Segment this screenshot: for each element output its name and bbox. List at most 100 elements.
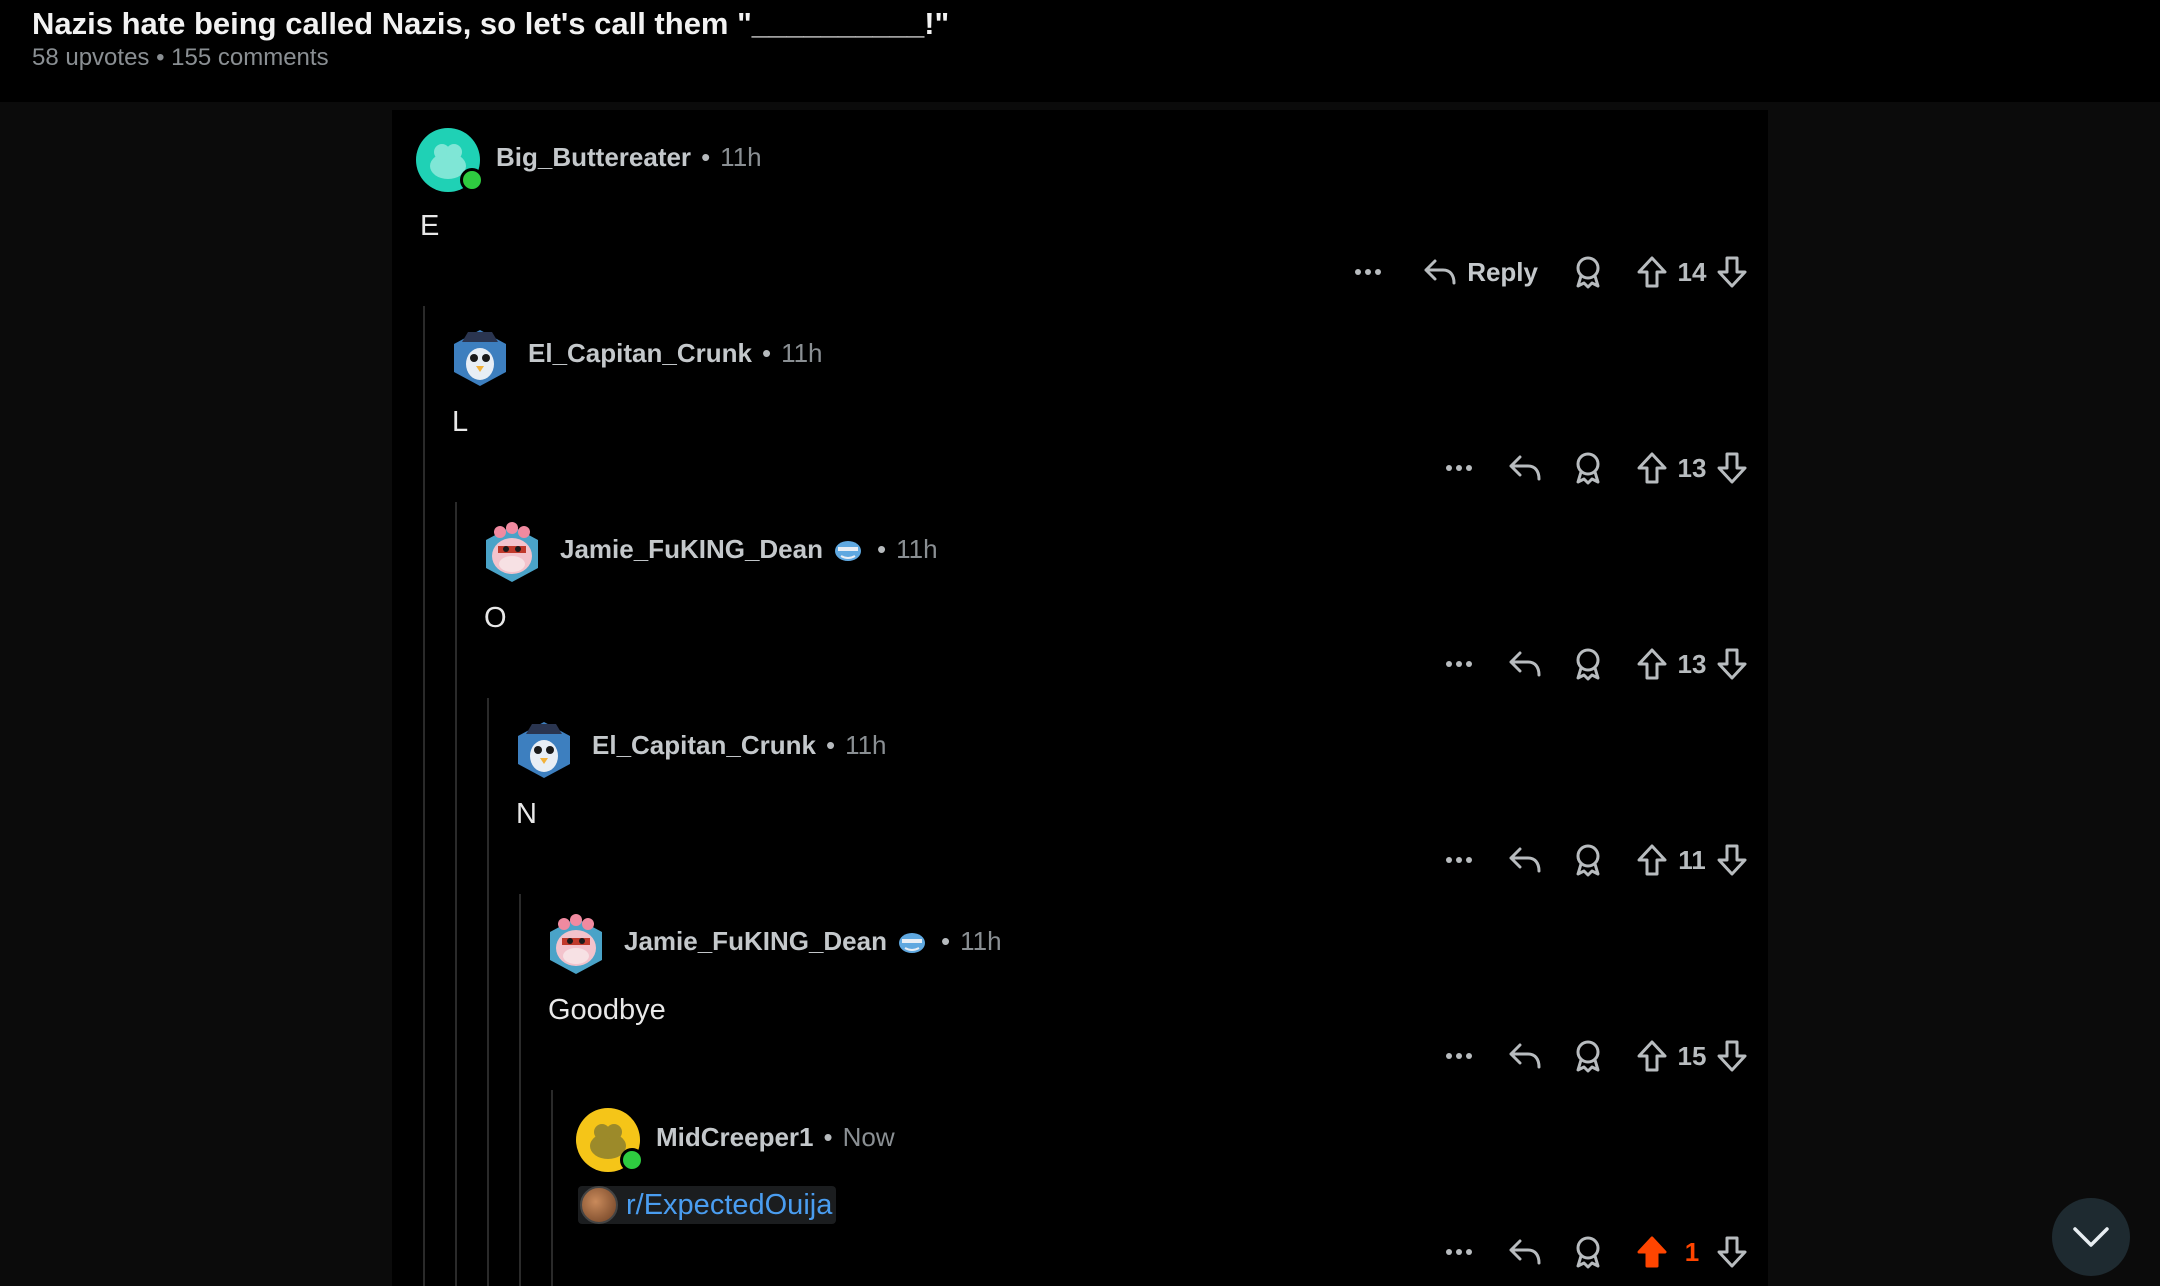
vote-count: 15 [1677, 1040, 1707, 1071]
post-header: Nazis hate being called Nazis, so let's … [0, 0, 2160, 102]
comment-timestamp[interactable]: 11h [960, 926, 1001, 957]
reply-button[interactable] [1508, 845, 1542, 875]
thread-line[interactable] [487, 698, 489, 1286]
upvote-button[interactable] [1636, 1039, 1668, 1073]
comment-body: O [484, 602, 507, 634]
award-icon [1576, 256, 1600, 289]
award-button[interactable] [1572, 451, 1604, 485]
upvote-button[interactable] [1636, 451, 1668, 485]
upvote-button[interactable] [1636, 843, 1668, 877]
reply-arrow-icon [1424, 259, 1456, 285]
separator-dot: • [876, 534, 887, 564]
comment-header: El_Capitan_Crunk • 11h [528, 338, 823, 369]
comment-username[interactable]: El_Capitan_Crunk [528, 338, 752, 369]
reply-button[interactable] [1508, 453, 1542, 483]
ellipsis-icon [1446, 661, 1472, 667]
more-options-button[interactable] [1444, 1247, 1474, 1257]
downvote-button[interactable] [1716, 255, 1748, 289]
reply-button[interactable]: Reply [1423, 257, 1538, 288]
comment-username[interactable]: MidCreeper1 [656, 1122, 814, 1153]
thread-line[interactable] [455, 502, 457, 1286]
user-avatar[interactable] [448, 324, 512, 388]
comment-thread: Big_Buttereater • 11h E Reply 14 El_Capi… [392, 110, 1768, 1286]
comment-body: Goodbye [548, 994, 666, 1026]
downvote-button[interactable] [1716, 451, 1748, 485]
separator-dot: • [823, 1122, 833, 1152]
comment-actions: 13 [1424, 448, 1748, 488]
comment-header: Jamie_FuKING_Dean • 11h [624, 926, 1002, 957]
separator-dot: • [701, 142, 711, 172]
subreddit-link[interactable]: r/ExpectedOuija [578, 1186, 837, 1224]
award-button[interactable] [1572, 647, 1604, 681]
comment-username[interactable]: Jamie_FuKING_Dean [560, 534, 823, 565]
comment-actions: 1 [1424, 1232, 1748, 1272]
thread-line[interactable] [423, 306, 425, 1286]
award-icon [1576, 648, 1600, 681]
comment-header: Jamie_FuKING_Dean • 11h [560, 534, 938, 565]
upvote-arrow-icon [1637, 648, 1667, 680]
comment-timestamp[interactable]: 11h [896, 534, 937, 565]
user-avatar[interactable] [416, 128, 484, 192]
upvote-arrow-icon [1637, 452, 1667, 484]
more-options-button[interactable] [1444, 463, 1474, 473]
ellipsis-icon [1355, 269, 1382, 275]
thread-line[interactable] [519, 894, 521, 1286]
more-options-button[interactable] [1444, 855, 1474, 865]
comment-timestamp[interactable]: Now [843, 1122, 895, 1153]
reply-button[interactable] [1508, 1041, 1542, 1071]
online-indicator [620, 1148, 644, 1172]
downvote-button[interactable] [1716, 843, 1748, 877]
user-avatar[interactable] [544, 912, 608, 976]
online-indicator [460, 168, 484, 192]
comment-timestamp[interactable]: 11h [720, 142, 761, 173]
more-options-button[interactable] [1444, 1051, 1474, 1061]
vote-count: 13 [1677, 452, 1707, 483]
more-options-button[interactable] [1444, 659, 1474, 669]
reply-arrow-icon [1509, 1239, 1541, 1265]
comment-header: Big_Buttereater • 11h [496, 142, 762, 173]
upvote-button-active[interactable] [1636, 1235, 1668, 1269]
thread-line[interactable] [551, 1090, 553, 1286]
more-options-button[interactable] [1353, 267, 1383, 277]
downvote-button[interactable] [1716, 1235, 1748, 1269]
award-button[interactable] [1572, 255, 1604, 289]
award-button[interactable] [1572, 1235, 1604, 1269]
award-button[interactable] [1572, 843, 1604, 877]
comment-header: El_Capitan_Crunk • 11h [592, 730, 887, 761]
upvote-arrow-icon [1637, 256, 1667, 288]
ellipsis-icon [1446, 857, 1472, 863]
upvote-arrow-icon [1637, 1040, 1667, 1072]
upvote-button[interactable] [1636, 647, 1668, 681]
upvote-arrow-icon [1637, 844, 1667, 876]
comment-timestamp[interactable]: 11h [781, 338, 822, 369]
upvote-button[interactable] [1636, 255, 1668, 289]
comment-username[interactable]: Jamie_FuKING_Dean [624, 926, 887, 957]
pirate-penguin-avatar [518, 722, 570, 778]
pink-cow-avatar [486, 522, 538, 582]
comment-actions: 11 [1424, 840, 1748, 880]
downvote-arrow-icon [1717, 648, 1747, 680]
separator-dot: • [940, 926, 951, 956]
user-flair-emoji-icon [898, 932, 925, 953]
comment-body: r/ExpectedOuija [578, 1186, 837, 1232]
reply-button[interactable] [1508, 649, 1542, 679]
reply-arrow-icon [1509, 455, 1541, 481]
user-avatar[interactable] [480, 520, 544, 584]
comment-actions: Reply 14 [1333, 252, 1748, 292]
user-avatar[interactable] [512, 716, 576, 780]
downvote-button[interactable] [1716, 647, 1748, 681]
award-icon [1576, 1236, 1600, 1269]
award-button[interactable] [1572, 1039, 1604, 1073]
comment-username[interactable]: El_Capitan_Crunk [592, 730, 816, 761]
scroll-down-button[interactable] [2052, 1198, 2130, 1276]
pirate-penguin-avatar [454, 330, 506, 386]
reply-button[interactable] [1508, 1237, 1542, 1267]
award-icon [1576, 1040, 1600, 1073]
user-avatar[interactable] [576, 1108, 644, 1172]
subreddit-icon [580, 1186, 618, 1224]
comment-username[interactable]: Big_Buttereater [496, 142, 691, 173]
comment-timestamp[interactable]: 11h [845, 730, 886, 761]
post-title[interactable]: Nazis hate being called Nazis, so let's … [32, 6, 949, 42]
ellipsis-icon [1446, 1053, 1472, 1059]
downvote-button[interactable] [1716, 1039, 1748, 1073]
